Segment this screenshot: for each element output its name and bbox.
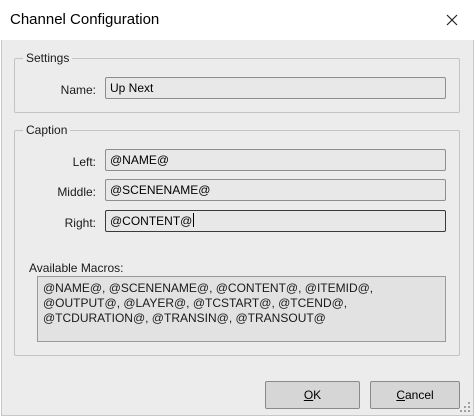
left-caption-input[interactable]: @NAME@	[105, 149, 446, 171]
middle-caption-input[interactable]: @SCENENAME@	[105, 179, 446, 201]
available-macros-box: @NAME@, @SCENENAME@, @CONTENT@, @ITEMID@…	[37, 276, 446, 342]
settings-legend: Settings	[23, 51, 73, 65]
cancel-mnemonic: C	[396, 388, 405, 402]
middle-caption-value: @SCENENAME@	[110, 183, 211, 197]
name-label: Name:	[60, 83, 96, 97]
name-input[interactable]: Up Next	[105, 77, 446, 99]
ok-button[interactable]: OK	[265, 381, 360, 409]
text-caret	[193, 213, 195, 227]
right-label: Right:	[64, 216, 96, 230]
dialog-body: Settings Name: Up Next Caption Left: @NA…	[1, 40, 474, 416]
resize-grip-icon[interactable]	[459, 401, 471, 413]
macros-line-2: @OUTPUT@, @LAYER@, @TCSTART@, @TCEND@,	[43, 296, 348, 310]
macros-line-3: @TCDURATION@, @TRANSIN@, @TRANSOUT@	[43, 311, 326, 325]
caption-legend: Caption	[23, 123, 71, 137]
close-button[interactable]	[429, 0, 475, 40]
cancel-label-rest: ancel	[404, 388, 434, 402]
ok-label-rest: K	[313, 388, 322, 402]
right-caption-input[interactable]: @CONTENT@	[105, 210, 446, 232]
window-title: Channel Configuration	[10, 11, 160, 28]
name-input-value: Up Next	[110, 81, 154, 95]
close-icon	[446, 14, 458, 26]
macros-line-1: @NAME@, @SCENENAME@, @CONTENT@, @ITEMID@…	[43, 281, 374, 295]
cancel-button[interactable]: Cancel	[370, 381, 460, 409]
ok-mnemonic: O	[303, 388, 314, 402]
available-macros-label: Available Macros:	[29, 261, 124, 275]
middle-label: Middle:	[57, 185, 96, 199]
left-label: Left:	[72, 155, 96, 169]
right-caption-value: @CONTENT@	[110, 214, 193, 228]
title-bar: Channel Configuration	[0, 0, 475, 40]
left-caption-value: @NAME@	[110, 153, 170, 167]
